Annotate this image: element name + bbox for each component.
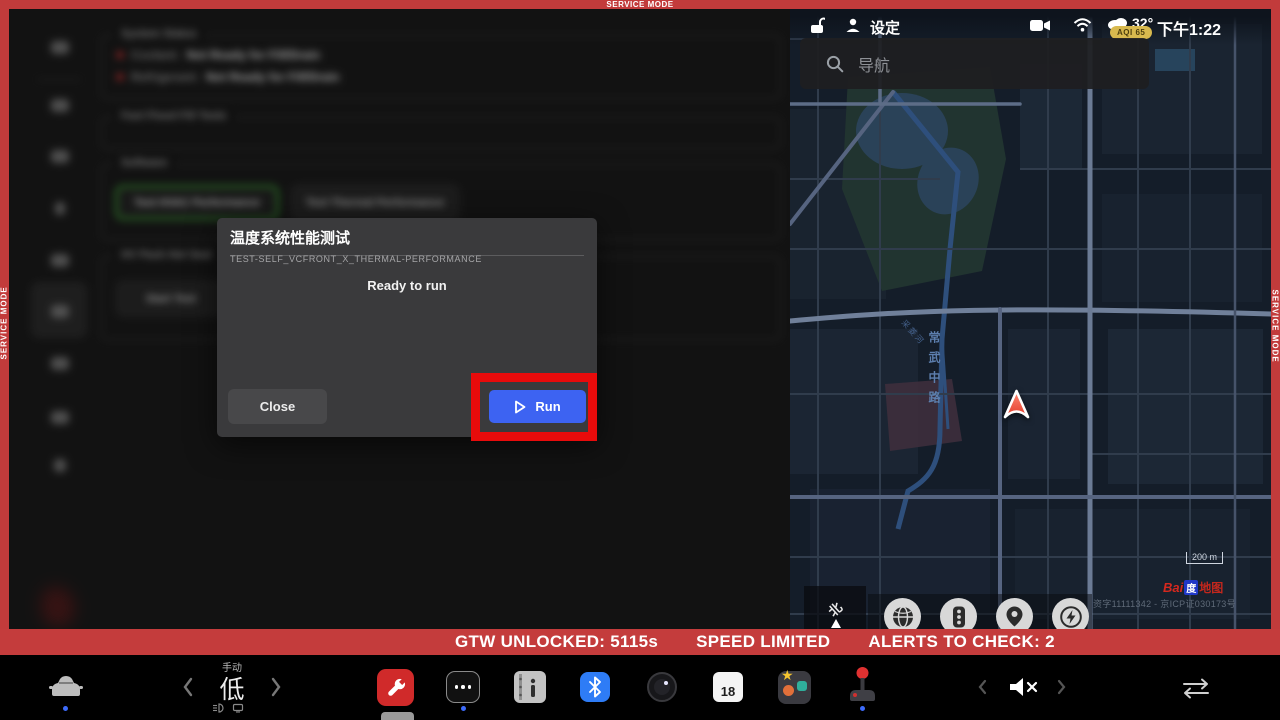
arcade-app-icon[interactable] [846, 666, 879, 706]
suspension-prev-chevron[interactable] [182, 677, 194, 697]
square-icon [797, 681, 807, 691]
car-active-dot [63, 706, 68, 711]
manual-book-icon [514, 671, 546, 703]
service-mode-right-strip: SERVICE MODE [1271, 0, 1280, 630]
bluetooth-icon [587, 676, 603, 698]
service-mode-label-top: SERVICE MODE [606, 0, 673, 9]
calendar-day-label: 18 [721, 680, 735, 702]
compass-north-label: 北 [823, 597, 846, 620]
service-alert-banner: GTW UNLOCKED: 5115s SPEED LIMITED ALERTS… [0, 629, 1280, 655]
map-scale: 200 m [1186, 552, 1223, 564]
display-icon [232, 703, 244, 713]
wifi-icon[interactable] [1073, 18, 1092, 32]
baidu-logo-text: Bai [1163, 580, 1183, 595]
service-app-icon[interactable] [377, 669, 414, 706]
nav-search-placeholder: 导航 [858, 52, 890, 76]
map-pin-icon [1006, 606, 1023, 627]
suspension-next-chevron[interactable] [270, 677, 282, 697]
traffic-light-icon [952, 606, 966, 628]
nav-search-input[interactable]: 导航 [800, 38, 1149, 89]
app-dock: 手动 低 [0, 655, 1280, 720]
suspension-level-label[interactable]: 低 [204, 670, 260, 706]
volume-muted-icon[interactable] [1008, 675, 1042, 699]
app-launcher-icon[interactable] [446, 671, 480, 703]
apps-active-dot [461, 706, 466, 711]
dialog-status-text: Ready to run [217, 278, 597, 293]
baidu-logo-suffix: 地图 [1199, 579, 1223, 596]
ellipsis-icon [455, 685, 472, 689]
lightning-icon [1060, 606, 1082, 628]
service-mode-top-strip: SERVICE MODE [0, 0, 1280, 9]
dialog-title: 温度系统性能测试 [230, 227, 584, 256]
car-controls-icon[interactable] [48, 673, 84, 699]
clock-label: 下午1:22 [1157, 16, 1221, 40]
service-mode-label-left: SERVICE MODE [0, 300, 9, 360]
map-layers-button[interactable] [884, 598, 921, 629]
owners-manual-icon[interactable] [514, 671, 546, 703]
search-icon [826, 55, 844, 73]
street-label: 常武中路 [926, 331, 943, 411]
wrench-icon [384, 676, 408, 700]
volume-up-chevron[interactable] [1056, 677, 1068, 697]
camera-app-icon[interactable] [647, 672, 677, 702]
service-tooltip-peek [381, 712, 414, 720]
calendar-app-icon[interactable]: 18 [713, 672, 743, 702]
theater-app-icon[interactable]: ★ [778, 671, 811, 704]
service-mode-label-right: SERVICE MODE [1271, 290, 1280, 350]
annotation-highlight-box [471, 373, 597, 441]
camera-lens-icon [654, 679, 670, 695]
map-compass[interactable]: 北 [804, 586, 866, 629]
map-panel: 常武中路 采菱河 设定 [790, 9, 1271, 629]
suspension-status-icons [212, 703, 244, 713]
alerts-to-check-text: ALERTS TO CHECK: 2 [868, 632, 1054, 652]
globe-icon [892, 606, 914, 628]
arcade-active-dot [860, 706, 865, 711]
star-icon: ★ [781, 667, 794, 684]
volume-down-chevron[interactable] [976, 677, 988, 697]
bluetooth-app-icon[interactable] [580, 672, 610, 702]
gtw-unlocked-text: GTW UNLOCKED: 5115s [455, 632, 658, 652]
map-canvas[interactable] [790, 9, 1271, 629]
ball-icon [783, 685, 794, 696]
baidu-logo-glyph: 度 [1184, 580, 1198, 595]
baidu-logo: Bai 度 地图 [1163, 579, 1223, 596]
dialog-test-id: TEST-SELF_VCFRONT_X_THERMAL-PERFORMANCE [230, 254, 482, 264]
speed-limited-text: SPEED LIMITED [696, 632, 830, 652]
service-mode-left-strip: SERVICE MODE [0, 0, 9, 630]
vehicle-location-arrow [1002, 387, 1031, 423]
driver-swap-icon[interactable] [1180, 677, 1212, 699]
headlight-icon [212, 703, 224, 713]
screen: System Status Coolant: Not Ready for Fil… [0, 0, 1280, 720]
map-license-text: 资字11111342 - 京ICP证030173号 [1093, 597, 1236, 610]
dashcam-icon[interactable] [1030, 19, 1050, 32]
settings-label[interactable]: 设定 [870, 17, 900, 38]
close-button[interactable]: Close [228, 389, 327, 424]
charging-button[interactable] [1052, 598, 1089, 629]
profile-icon[interactable] [845, 17, 861, 33]
places-button[interactable] [996, 598, 1033, 629]
traffic-button[interactable] [940, 598, 977, 629]
unlocked-icon[interactable] [810, 17, 825, 34]
compass-arrow-icon [831, 619, 841, 628]
